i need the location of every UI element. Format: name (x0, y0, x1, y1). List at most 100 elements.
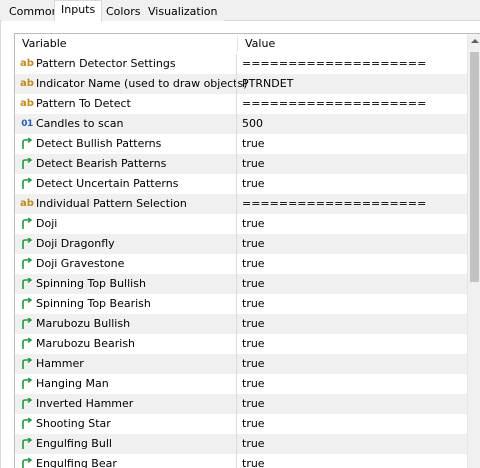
inputs-grid: Variable Value ab Pattern Detector Settin… (14, 33, 480, 468)
table-row[interactable]: Marubozu Bullish true (15, 314, 467, 334)
table-row[interactable]: Engulfing Bull true (15, 434, 467, 454)
table-row[interactable]: Doji Gravestone true (15, 254, 467, 274)
bool-arrow-icon (19, 314, 35, 334)
column-divider (236, 114, 237, 134)
variable-value[interactable]: true (242, 174, 265, 194)
variable-value[interactable]: ==================== (242, 194, 426, 214)
column-divider (236, 254, 237, 274)
variable-name: Doji (36, 217, 58, 230)
table-row[interactable]: Detect Uncertain Patterns true (15, 174, 467, 194)
variable-value[interactable]: ==================== (242, 54, 426, 74)
variable-name: Indicator Name (used to draw objects) (36, 77, 248, 90)
bool-arrow-icon (19, 354, 35, 374)
column-divider (236, 134, 237, 154)
tab-bar: Common Inputs Colors Visualization (0, 0, 480, 22)
bool-arrow-icon (19, 374, 35, 394)
table-row[interactable]: Detect Bearish Patterns true (15, 154, 467, 174)
variable-name: Detect Bullish Patterns (36, 137, 162, 150)
variable-value[interactable]: true (242, 134, 265, 154)
bool-arrow-icon (19, 234, 35, 254)
bool-arrow-icon (19, 254, 35, 274)
table-row[interactable]: ab Indicator Name (used to draw objects) P… (15, 74, 467, 94)
variable-name: Shooting Star (36, 417, 111, 430)
variable-value[interactable]: PTRNDET (242, 74, 293, 94)
table-row[interactable]: Doji Dragonfly true (15, 234, 467, 254)
table-row[interactable]: ab Pattern Detector Settings =============… (15, 54, 467, 74)
table-row[interactable]: Spinning Top Bullish true (15, 274, 467, 294)
string-icon: ab (20, 58, 34, 69)
table-row[interactable]: Hanging Man true (15, 374, 467, 394)
variable-name: Marubozu Bullish (36, 317, 131, 330)
table-row[interactable]: Doji true (15, 214, 467, 234)
vertical-scrollbar[interactable] (467, 34, 480, 468)
bool-arrow-icon (19, 274, 35, 294)
bool-arrow-icon (19, 294, 35, 314)
variable-name: Pattern Detector Settings (36, 57, 176, 70)
column-divider (236, 94, 237, 114)
variable-name: Engulfing Bear (36, 457, 117, 468)
bool-arrow-icon (19, 174, 35, 194)
variable-value[interactable]: true (242, 374, 265, 394)
variable-name: Hammer (36, 357, 84, 370)
variable-value[interactable]: true (242, 254, 265, 274)
scroll-up-icon[interactable] (468, 34, 480, 48)
variable-value[interactable]: true (242, 334, 265, 354)
column-divider (236, 394, 237, 414)
table-row[interactable]: ab Individual Pattern Selection ==========… (15, 194, 467, 214)
column-divider (236, 374, 237, 394)
column-divider (236, 194, 237, 214)
bool-arrow-icon (19, 394, 35, 414)
variable-value[interactable]: true (242, 354, 265, 374)
bool-arrow-icon (19, 214, 35, 234)
tab-inputs[interactable]: Inputs (54, 0, 103, 22)
variable-name: Engulfing Bull (36, 437, 112, 450)
variable-name: Inverted Hammer (36, 397, 134, 410)
grid-header: Variable Value (15, 34, 467, 54)
variable-value[interactable]: true (242, 314, 265, 334)
table-row[interactable]: Shooting Star true (15, 414, 467, 434)
table-row[interactable]: Spinning Top Bearish true (15, 294, 467, 314)
table-row[interactable]: 01 Candles to scan 500 (15, 114, 467, 134)
variable-value[interactable]: true (242, 434, 265, 454)
variable-value[interactable]: true (242, 154, 265, 174)
bool-arrow-icon (19, 134, 35, 154)
column-divider (236, 174, 237, 194)
tab-visualization[interactable]: Visualization (141, 2, 225, 21)
table-row[interactable]: Engulfing Bear true (15, 454, 467, 468)
bool-arrow-icon (19, 154, 35, 174)
variable-value[interactable]: true (242, 214, 265, 234)
table-row[interactable]: Detect Bullish Patterns true (15, 134, 467, 154)
column-divider (236, 214, 237, 234)
table-row[interactable]: Marubozu Bearish true (15, 334, 467, 354)
bool-arrow-icon (19, 434, 35, 454)
string-icon: ab (20, 198, 34, 209)
column-divider (236, 314, 237, 334)
integer-icon: 01 (21, 119, 33, 129)
variable-value[interactable]: 500 (242, 114, 263, 134)
variable-value[interactable]: true (242, 274, 265, 294)
variable-value[interactable]: true (242, 454, 265, 468)
table-row[interactable]: Inverted Hammer true (15, 394, 467, 414)
variable-name: Candles to scan (36, 117, 124, 130)
column-header-variable[interactable]: Variable (15, 34, 237, 54)
variable-value[interactable]: true (242, 394, 265, 414)
column-divider (236, 154, 237, 174)
bool-arrow-icon (19, 454, 35, 468)
variable-name: Individual Pattern Selection (36, 197, 187, 210)
variable-value[interactable]: true (242, 414, 265, 434)
column-divider (236, 74, 237, 94)
column-divider (236, 334, 237, 354)
column-header-value[interactable]: Value (238, 34, 467, 54)
table-row[interactable]: Hammer true (15, 354, 467, 374)
scroll-thumb[interactable] (470, 52, 479, 282)
variable-value[interactable]: true (242, 294, 265, 314)
variable-name: Hanging Man (36, 377, 109, 390)
variable-name: Marubozu Bearish (36, 337, 136, 350)
variable-value[interactable]: true (242, 234, 265, 254)
grid-rows: ab Pattern Detector Settings =============… (15, 54, 467, 468)
variable-name: Detect Bearish Patterns (36, 157, 167, 170)
variable-name: Pattern To Detect (36, 97, 131, 110)
variable-value[interactable]: ==================== (242, 94, 426, 114)
bool-arrow-icon (19, 414, 35, 434)
table-row[interactable]: ab Pattern To Detect ==================== (15, 94, 467, 114)
